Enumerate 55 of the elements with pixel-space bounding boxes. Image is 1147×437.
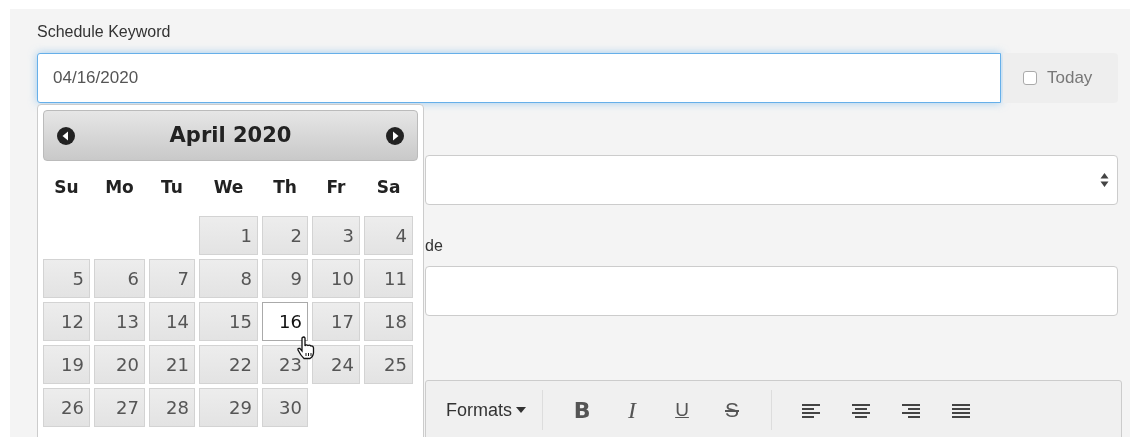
select-arrows-icon xyxy=(1100,172,1109,188)
weekday-label: Sa xyxy=(375,176,402,200)
calendar-day[interactable]: 23 xyxy=(262,345,308,384)
calendar-day[interactable]: 13 xyxy=(94,302,145,341)
calendar-day[interactable]: 21 xyxy=(149,345,195,384)
calendar-day[interactable]: 20 xyxy=(94,345,145,384)
weekday-label: Th xyxy=(272,176,298,200)
calendar-day[interactable]: 8 xyxy=(199,259,258,298)
calendar-day[interactable]: 27 xyxy=(94,388,145,427)
calendar-day[interactable]: 1 xyxy=(199,216,258,255)
weekday-label: Tu xyxy=(160,176,184,200)
caret-icon xyxy=(516,407,526,413)
today-checkbox[interactable] xyxy=(1023,71,1037,85)
previous-month-icon[interactable] xyxy=(56,125,76,146)
calendar-day[interactable]: 22 xyxy=(199,345,258,384)
italic-button[interactable]: I xyxy=(607,393,657,427)
hand-cursor-icon xyxy=(296,336,316,360)
calendar-day[interactable]: 30 xyxy=(262,388,308,427)
calendar-day[interactable]: 28 xyxy=(149,388,195,427)
field-label: de xyxy=(425,236,444,256)
bold-button[interactable]: B xyxy=(557,393,607,427)
calendar-day[interactable]: 3 xyxy=(312,216,360,255)
calendar-day[interactable]: 29 xyxy=(199,388,258,427)
calendar-day[interactable]: 7 xyxy=(149,259,195,298)
calendar-title: April 2020 xyxy=(169,121,292,149)
weekday-label: We xyxy=(212,176,245,200)
weekday-label: Su xyxy=(53,176,80,200)
next-month-icon[interactable] xyxy=(385,125,405,146)
underline-button[interactable]: U xyxy=(657,393,707,427)
weekday-label: Mo xyxy=(104,176,135,200)
calendar-day[interactable]: 9 xyxy=(262,259,308,298)
calendar-day[interactable]: 11 xyxy=(364,259,413,298)
calendar-day[interactable]: 10 xyxy=(312,259,360,298)
calendar-day[interactable]: 14 xyxy=(149,302,195,341)
calendar-day[interactable]: 18 xyxy=(364,302,413,341)
calendar-day[interactable]: 6 xyxy=(94,259,145,298)
strike-button[interactable]: S xyxy=(707,393,757,427)
formats-dropdown[interactable]: Formats xyxy=(446,393,526,427)
calendar-day[interactable]: 2 xyxy=(262,216,308,255)
date-input-field[interactable]: 04/16/2020 xyxy=(37,53,1001,103)
calendar-day[interactable]: 5 xyxy=(43,259,90,298)
calendar-day[interactable]: 4 xyxy=(364,216,413,255)
field-label: Schedule Keyword xyxy=(37,22,172,42)
text-input-field[interactable] xyxy=(425,266,1118,316)
calendar-day[interactable]: 25 xyxy=(364,345,413,384)
calendar-day[interactable]: 19 xyxy=(43,345,90,384)
calendar-day[interactable]: 26 xyxy=(43,388,90,427)
today-label: Today xyxy=(1047,67,1093,90)
calendar-day[interactable]: 24 xyxy=(312,345,360,384)
calendar-day[interactable]: 16 xyxy=(262,302,308,341)
calendar-day[interactable]: 15 xyxy=(199,302,258,341)
calendar-day[interactable]: 12 xyxy=(43,302,90,341)
weekday-label: Fr xyxy=(325,176,347,200)
calendar-day[interactable]: 17 xyxy=(312,302,360,341)
select-field[interactable] xyxy=(425,155,1118,205)
